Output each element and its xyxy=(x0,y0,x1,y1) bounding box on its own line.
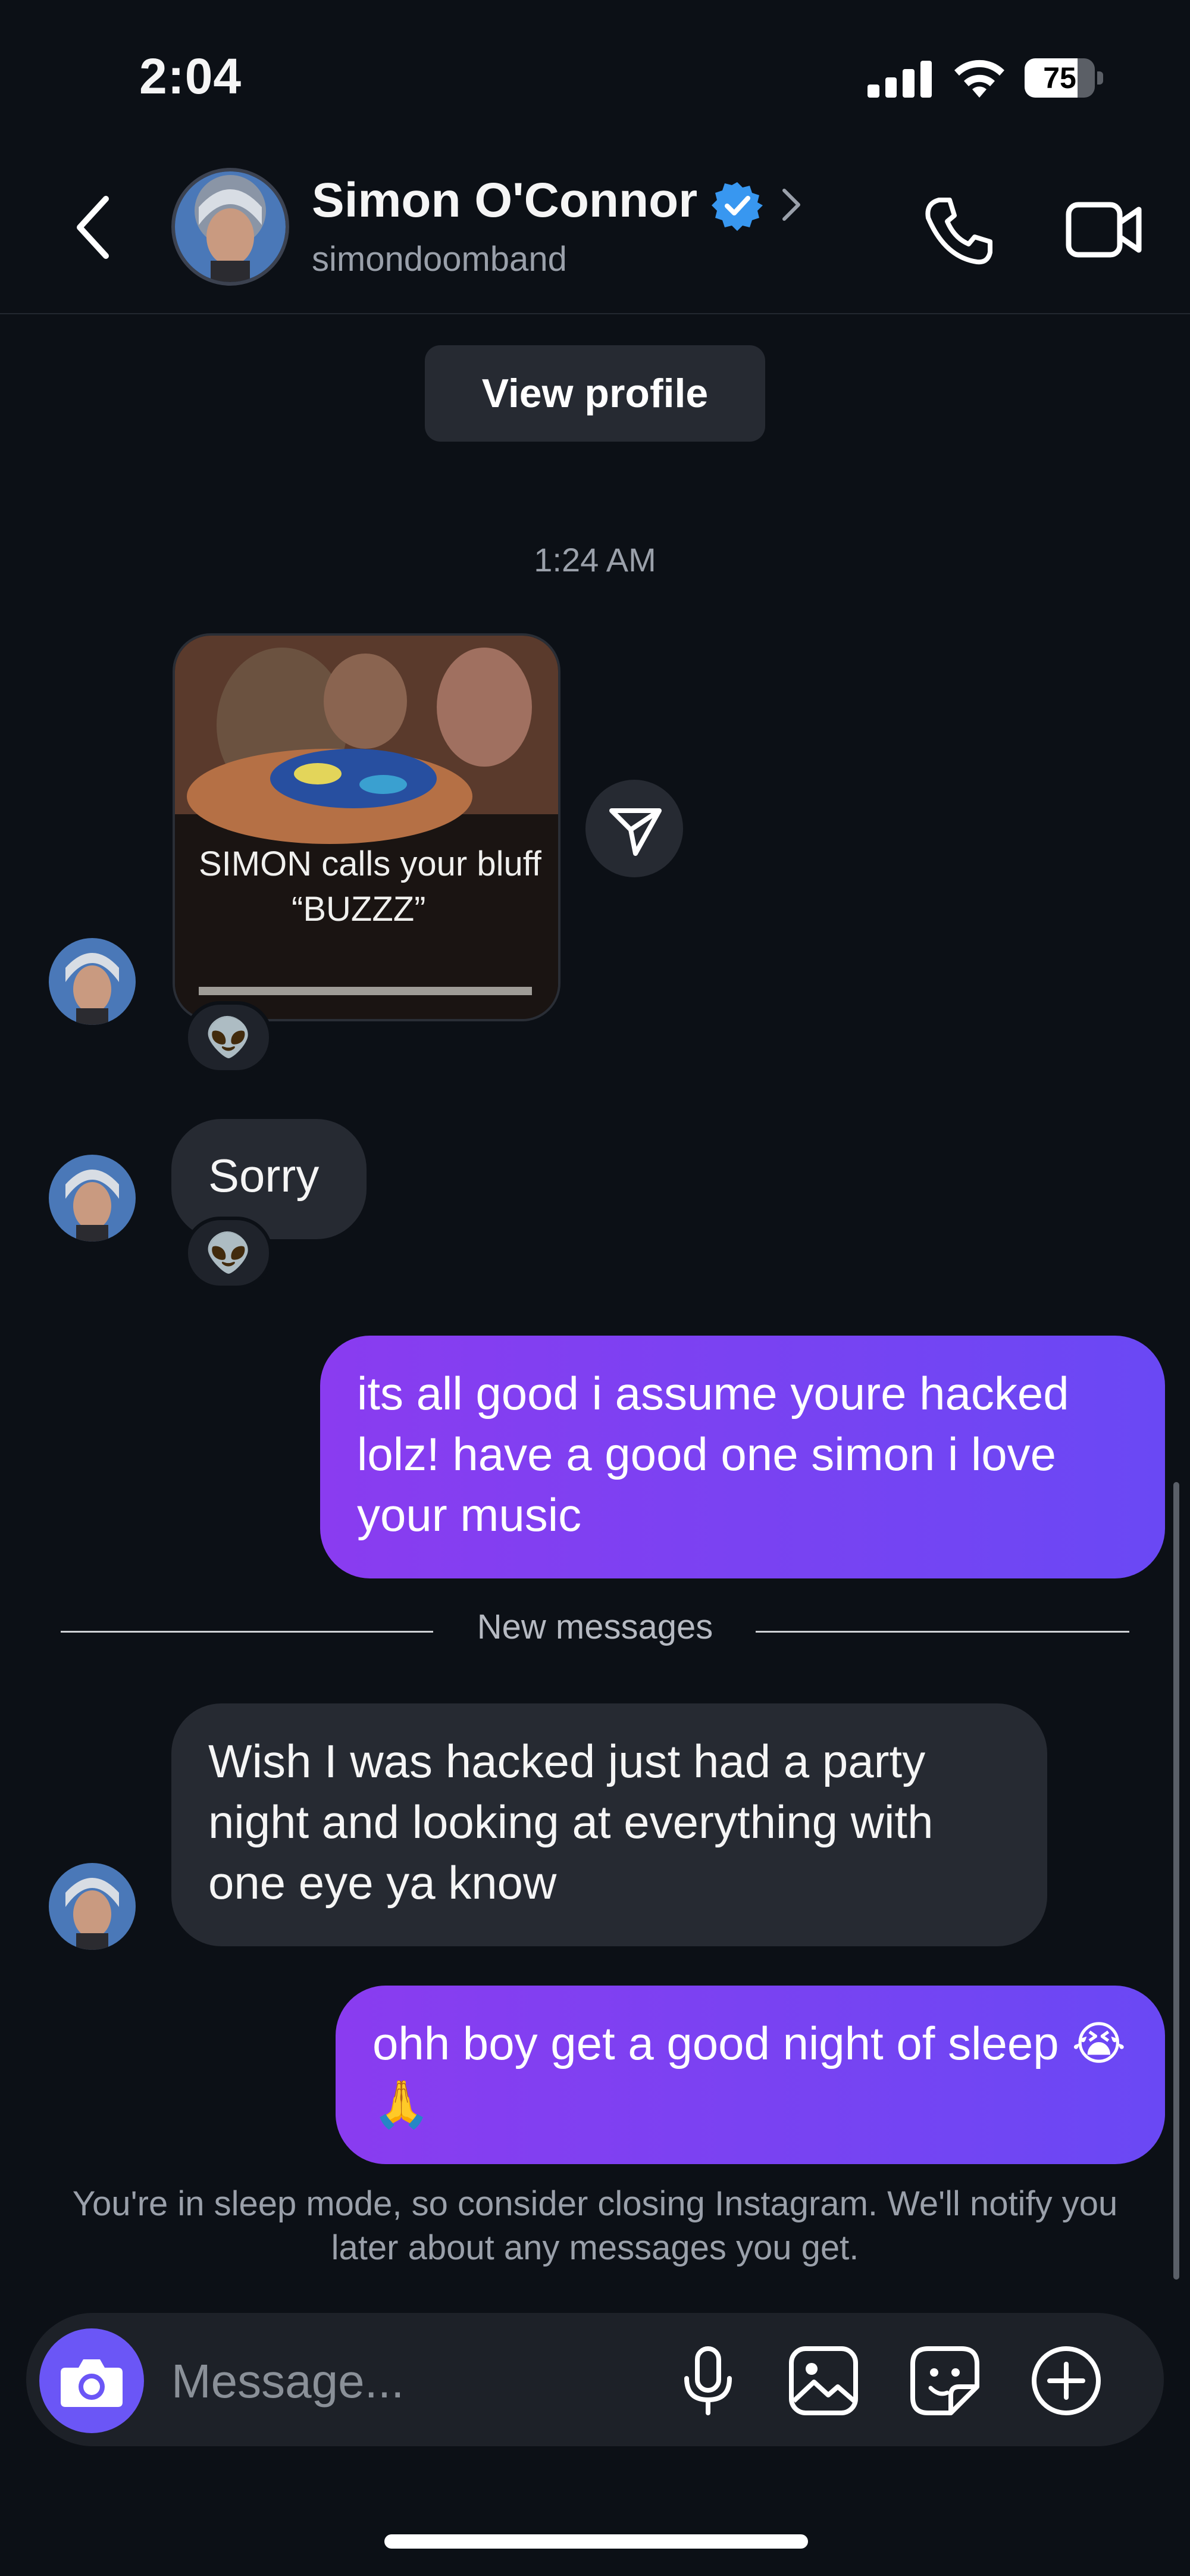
photo-caption-line2: “BUZZZ” xyxy=(292,890,426,929)
header-avatar[interactable] xyxy=(171,168,289,286)
home-indicator[interactable] xyxy=(384,2534,808,2549)
reaction-emoji: 👽 xyxy=(205,1016,252,1059)
share-button[interactable] xyxy=(585,780,683,877)
sender-avatar[interactable] xyxy=(49,938,136,1025)
message-bubble[interactable]: its all good i assume youre hacked lolz!… xyxy=(320,1336,1165,1578)
phone-icon[interactable] xyxy=(921,194,995,268)
cellular-signal-icon xyxy=(868,58,932,98)
video-camera-icon[interactable] xyxy=(1065,196,1142,263)
message-timestamp: 1:24 AM xyxy=(534,541,656,579)
new-messages-divider-right xyxy=(756,1631,1129,1633)
camera-button[interactable] xyxy=(39,2328,144,2433)
message-text: Sorry xyxy=(208,1149,320,1202)
view-profile-button[interactable]: View profile xyxy=(425,345,765,442)
message-bubble[interactable]: Wish I was hacked just had a party night… xyxy=(171,1703,1047,1946)
scrollbar[interactable] xyxy=(1173,1482,1179,2280)
photo-caption-line1: SIMON calls your bluff xyxy=(199,845,541,883)
camera-icon xyxy=(61,2359,123,2407)
wifi-icon xyxy=(954,60,1004,98)
plus-icon[interactable] xyxy=(1029,2344,1103,2418)
message-input[interactable] xyxy=(170,2352,625,2411)
back-chevron-icon[interactable] xyxy=(71,192,119,263)
status-time: 2:04 xyxy=(139,48,242,104)
gallery-icon[interactable] xyxy=(787,2344,860,2418)
sender-avatar[interactable] xyxy=(49,1155,136,1242)
battery-icon: 75 xyxy=(1025,58,1103,98)
sender-avatar[interactable] xyxy=(49,1863,136,1950)
reaction-badge[interactable]: 👽 xyxy=(184,1217,273,1289)
message-text: ohh boy get a good night of sleep 😭🙏 xyxy=(372,2017,1126,2130)
contact-username[interactable]: simondoomband xyxy=(312,239,567,279)
chevron-right-icon[interactable] xyxy=(778,186,803,224)
message-text: Wish I was hacked just had a party night… xyxy=(208,1735,934,1909)
contact-name[interactable]: Simon O'Connor xyxy=(312,173,697,229)
message-bubble[interactable]: ohh boy get a good night of sleep 😭🙏 xyxy=(336,1986,1165,2164)
sticker-icon[interactable] xyxy=(908,2344,982,2418)
sleep-mode-note: You're in sleep mode, so consider closin… xyxy=(72,2184,1118,2267)
reaction-emoji: 👽 xyxy=(205,1231,252,1274)
message-bubble[interactable]: Sorry xyxy=(171,1119,367,1239)
header-divider xyxy=(0,313,1190,314)
message-text: its all good i assume youre hacked lolz!… xyxy=(357,1367,1069,1541)
new-messages-label: New messages xyxy=(477,1608,713,1646)
verified-badge-icon xyxy=(712,182,763,231)
reaction-badge[interactable]: 👽 xyxy=(184,1001,273,1074)
microphone-icon[interactable] xyxy=(671,2344,745,2418)
photo-message[interactable]: SIMON calls your bluff “BUZZZ” xyxy=(173,633,560,1021)
battery-percent: 75 xyxy=(1043,61,1076,95)
send-icon xyxy=(609,808,662,856)
